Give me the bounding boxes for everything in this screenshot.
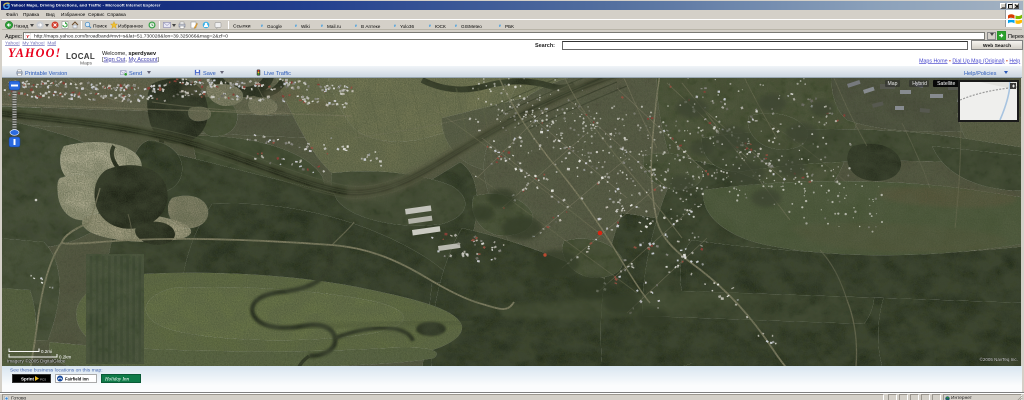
svg-text:e: e: [499, 22, 502, 27]
svg-text:e: e: [295, 22, 298, 27]
svg-text:e: e: [355, 22, 358, 27]
svg-text:YAHOO!: YAHOO!: [8, 46, 61, 60]
svg-text:Sprint: Sprint: [21, 377, 35, 382]
svg-text:e: e: [261, 22, 264, 27]
svg-text:PCS: PCS: [40, 378, 46, 382]
svg-text:e: e: [321, 22, 324, 27]
svg-text:e: e: [394, 22, 397, 27]
svg-text:e: e: [455, 22, 458, 27]
svg-text:Holiday Inn: Holiday Inn: [104, 378, 130, 383]
svg-text:Fairfield Inn: Fairfield Inn: [65, 377, 89, 382]
svg-text:e: e: [429, 22, 432, 27]
svg-text:0.2mi: 0.2mi: [41, 349, 52, 354]
